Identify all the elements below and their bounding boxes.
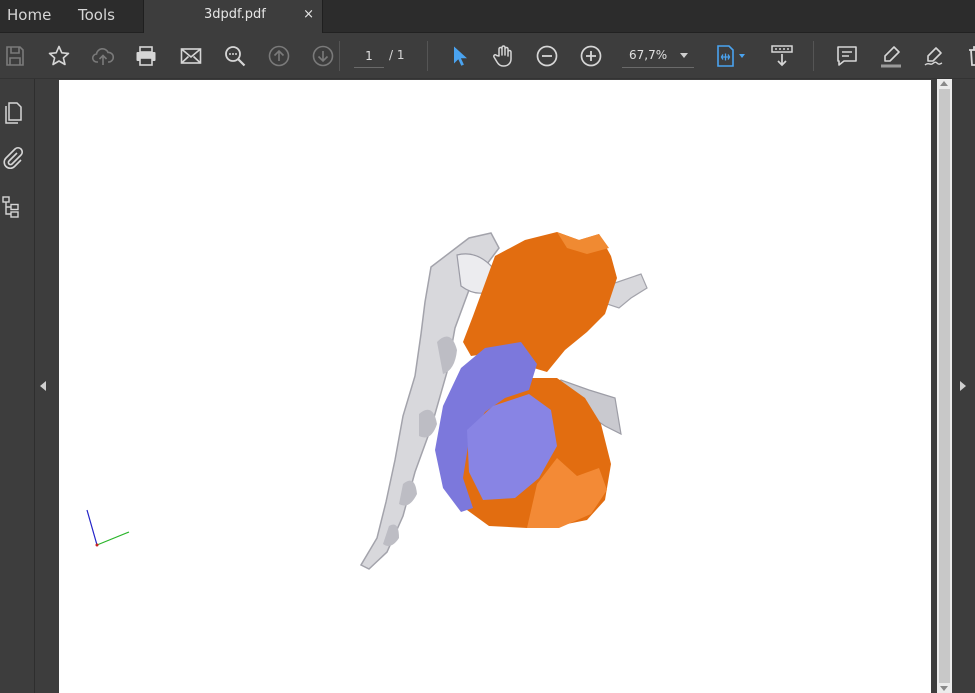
cloud-upload-icon[interactable] — [91, 44, 115, 68]
document-page — [59, 80, 931, 693]
vertical-scrollbar[interactable] — [937, 79, 952, 693]
axis-triad — [86, 509, 130, 547]
toolbar-divider — [813, 41, 814, 71]
close-tab-icon[interactable]: × — [303, 0, 314, 30]
expand-right-panel-icon[interactable] — [960, 381, 966, 391]
zoom-level-dropdown[interactable]: 67,7% — [622, 44, 694, 68]
save-icon[interactable] — [3, 44, 27, 68]
zoom-level-value: 67,7% — [629, 48, 668, 62]
document-tab[interactable]: 3dpdf.pdf × — [143, 0, 323, 33]
tools-tab[interactable]: Tools — [78, 0, 115, 32]
next-page-icon[interactable] — [311, 44, 335, 68]
print-icon[interactable] — [134, 44, 158, 68]
find-icon[interactable] — [223, 44, 247, 68]
page-thumbnails-icon[interactable] — [1, 101, 25, 125]
page-number-input[interactable] — [354, 44, 384, 68]
collapse-left-panel-icon[interactable] — [40, 381, 46, 391]
main-toolbar: 67,7% — [0, 33, 975, 79]
top-tab-bar: Home Tools 3dpdf.pdf × — [0, 0, 975, 33]
document-tab-title: 3dpdf.pdf — [204, 7, 266, 22]
zoom-out-icon[interactable] — [535, 44, 559, 68]
attachments-icon[interactable] — [1, 146, 25, 170]
toolbar-divider — [427, 41, 428, 71]
email-icon[interactable] — [179, 44, 203, 68]
previous-page-icon[interactable] — [267, 44, 291, 68]
page-total-label: / 1 — [389, 48, 405, 62]
left-navigation-panel — [0, 79, 35, 693]
scroll-mode-icon[interactable] — [770, 44, 794, 68]
zoom-in-icon[interactable] — [579, 44, 603, 68]
fit-page-icon[interactable] — [714, 44, 750, 68]
right-tools-panel — [952, 79, 975, 693]
pdf-viewer-window: Home Tools 3dpdf.pdf × 67,7% 1 / 1 — [0, 0, 975, 693]
delete-icon[interactable] — [965, 44, 975, 68]
model-tree-icon[interactable] — [1, 195, 25, 219]
scroll-up-icon[interactable] — [940, 81, 948, 86]
home-tab[interactable]: Home — [7, 0, 51, 32]
select-cursor-icon[interactable] — [448, 44, 472, 68]
toolbar-divider — [339, 41, 340, 71]
bookmark-star-icon[interactable] — [47, 44, 71, 68]
scroll-down-icon[interactable] — [940, 686, 948, 691]
highlight-icon[interactable] — [879, 44, 903, 68]
chevron-down-icon — [680, 53, 688, 58]
comment-icon[interactable] — [835, 44, 859, 68]
3d-model-viewport[interactable] — [59, 80, 931, 693]
hand-tool-icon[interactable] — [491, 44, 515, 68]
scrollbar-thumb[interactable] — [939, 89, 950, 683]
sign-icon[interactable] — [923, 44, 947, 68]
